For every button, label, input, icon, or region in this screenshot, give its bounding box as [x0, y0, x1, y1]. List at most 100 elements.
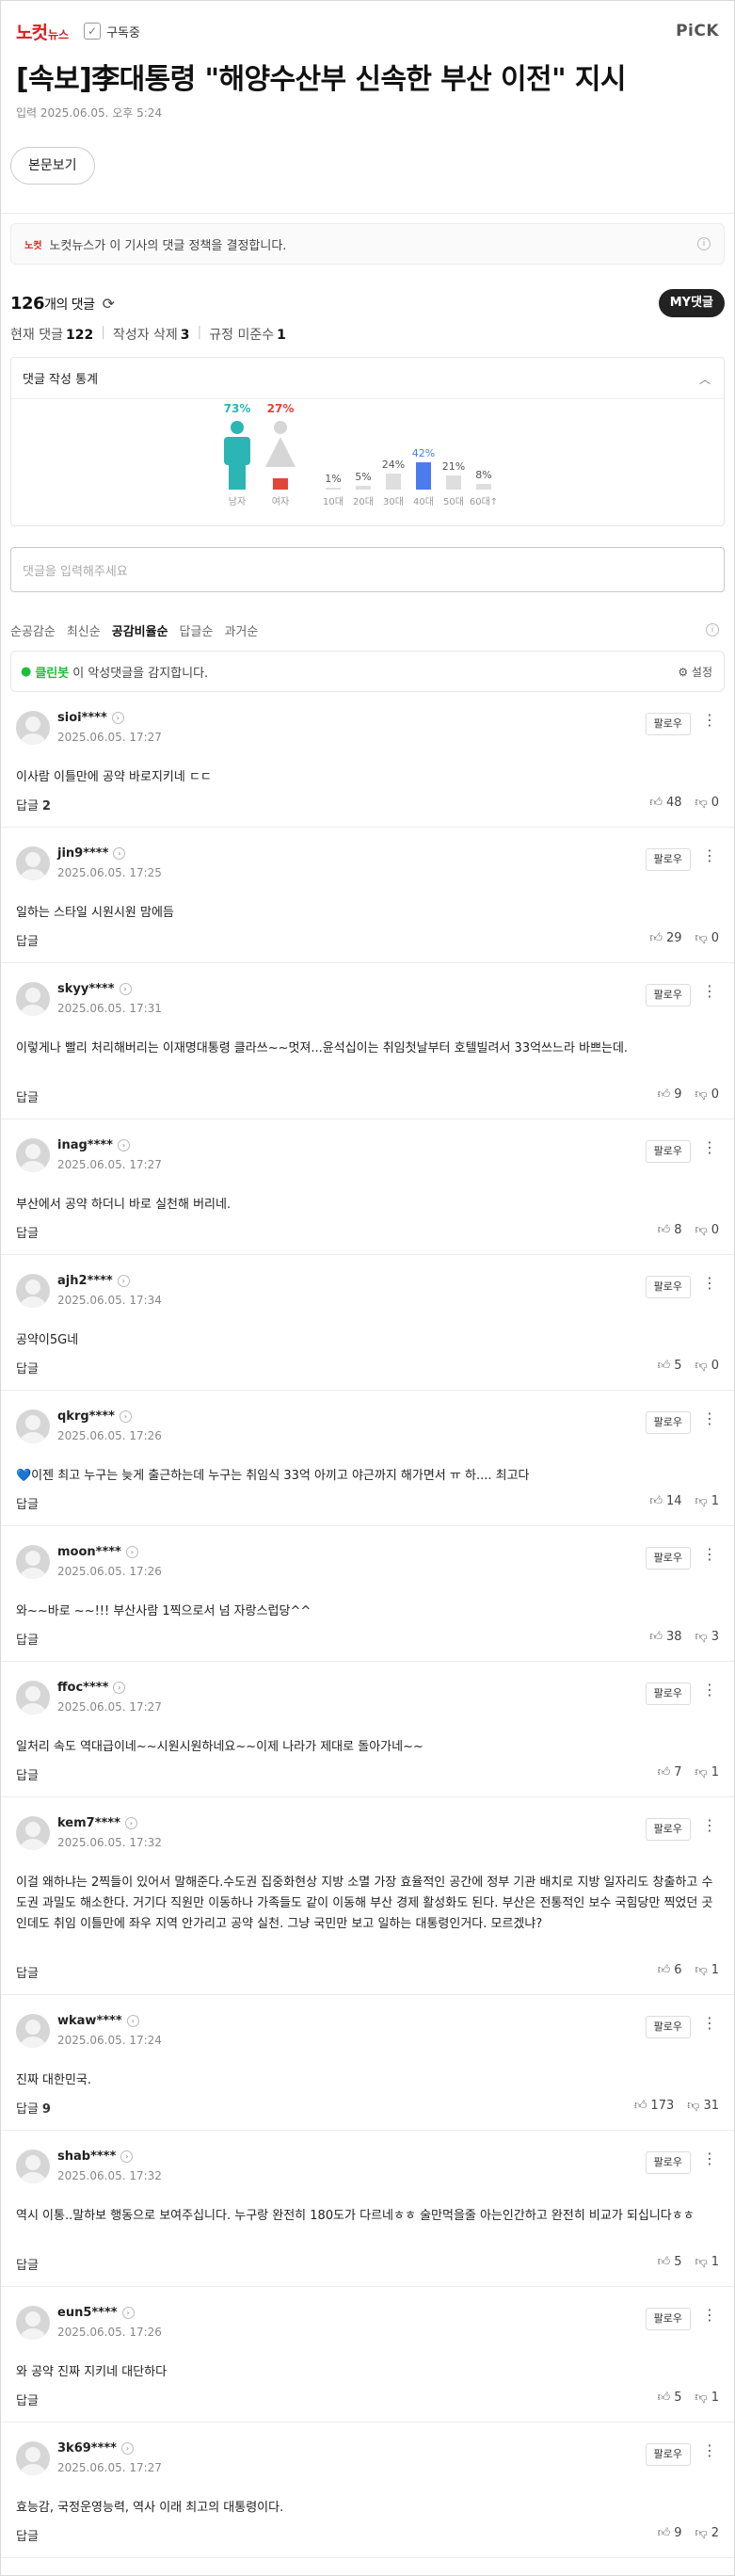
- stats-panel-header[interactable]: 댓글 작성 통계 ︿: [11, 358, 724, 399]
- avatar[interactable]: [16, 2149, 50, 2183]
- dislike-button[interactable]: 👎︎ 0: [695, 931, 719, 945]
- comment-username[interactable]: sioi**** ›: [57, 711, 124, 725]
- dislike-button[interactable]: 👎︎ 0: [695, 1223, 719, 1237]
- sort-tab[interactable]: 과거순: [224, 621, 258, 639]
- more-options-icon[interactable]: ⋮: [702, 848, 717, 863]
- user-badge-icon[interactable]: ›: [113, 847, 126, 860]
- reply-button[interactable]: 답글: [16, 2526, 42, 2544]
- comment-username[interactable]: ajh2**** ›: [57, 1274, 130, 1288]
- refresh-icon[interactable]: ⟳: [103, 295, 115, 313]
- press-logo[interactable]: 노컷 뉴스: [16, 19, 69, 44]
- more-options-icon[interactable]: ⋮: [702, 2151, 717, 2166]
- my-comments-button[interactable]: MY댓글: [658, 289, 725, 317]
- follow-button[interactable]: 팔로우: [645, 1818, 691, 1841]
- follow-button[interactable]: 팔로우: [645, 984, 691, 1006]
- more-options-icon[interactable]: ⋮: [702, 1140, 717, 1155]
- comment-username[interactable]: wkaw**** ›: [57, 2014, 139, 2028]
- avatar[interactable]: [16, 2306, 50, 2340]
- follow-button[interactable]: 팔로우: [645, 2016, 691, 2038]
- avatar[interactable]: [16, 2441, 50, 2475]
- avatar[interactable]: [16, 846, 50, 880]
- sort-tab[interactable]: 공감비율순: [112, 621, 168, 639]
- dislike-button[interactable]: 👎︎ 1: [695, 2255, 719, 2269]
- follow-button[interactable]: 팔로우: [645, 2308, 691, 2330]
- user-badge-icon[interactable]: ›: [119, 983, 132, 995]
- more-options-icon[interactable]: ⋮: [702, 2443, 717, 2458]
- reply-button[interactable]: 답글: [16, 1223, 42, 1241]
- like-button[interactable]: 👍︎ 14: [649, 1494, 681, 1508]
- dislike-button[interactable]: 👎︎ 2: [695, 2526, 719, 2540]
- avatar[interactable]: [16, 1138, 50, 1172]
- comment-username[interactable]: skyy**** ›: [57, 982, 132, 996]
- like-button[interactable]: 👍︎ 9: [658, 1087, 682, 1102]
- avatar[interactable]: [16, 1545, 50, 1579]
- cleanbot-setting-button[interactable]: ⚙ 설정: [678, 664, 712, 680]
- dislike-button[interactable]: 👎︎ 0: [695, 1087, 719, 1102]
- more-options-icon[interactable]: ⋮: [702, 1818, 717, 1833]
- more-options-icon[interactable]: ⋮: [702, 984, 717, 999]
- dislike-button[interactable]: 👎︎ 3: [695, 1630, 719, 1644]
- user-badge-icon[interactable]: ›: [113, 1682, 126, 1694]
- follow-button[interactable]: 팔로우: [645, 2151, 691, 2174]
- dislike-button[interactable]: 👎︎ 31: [687, 2099, 719, 2113]
- like-button[interactable]: 👍︎ 48: [649, 796, 681, 810]
- view-article-button[interactable]: 본문보기: [10, 147, 95, 185]
- reply-button[interactable]: 답글: [16, 1630, 42, 1648]
- more-options-icon[interactable]: ⋮: [702, 1411, 717, 1426]
- more-options-icon[interactable]: ⋮: [702, 1276, 717, 1291]
- reply-button[interactable]: 답글: [16, 1963, 42, 1981]
- reply-button[interactable]: 답글: [16, 1359, 42, 1377]
- comment-username[interactable]: kem7**** ›: [57, 1816, 137, 1830]
- comment-username[interactable]: moon**** ›: [57, 1545, 138, 1559]
- avatar[interactable]: [16, 982, 50, 1016]
- user-badge-icon[interactable]: ›: [120, 2150, 134, 2163]
- avatar[interactable]: [16, 1274, 50, 1308]
- follow-button[interactable]: 팔로우: [645, 848, 691, 871]
- avatar[interactable]: [16, 2014, 50, 2048]
- dislike-button[interactable]: 👎︎ 1: [695, 1765, 719, 1779]
- reply-button[interactable]: 답글 2: [16, 796, 51, 813]
- like-button[interactable]: 👍︎ 5: [658, 1359, 682, 1373]
- avatar[interactable]: [16, 1409, 50, 1443]
- user-badge-icon[interactable]: ›: [126, 2015, 139, 2027]
- info-icon[interactable]: i: [706, 623, 719, 636]
- like-button[interactable]: 👍︎ 8: [658, 1223, 682, 1237]
- reply-button[interactable]: 답글: [16, 2391, 42, 2408]
- like-button[interactable]: 👍︎ 6: [658, 1963, 682, 1977]
- user-badge-icon[interactable]: ›: [120, 2442, 134, 2455]
- comment-username[interactable]: jin9**** ›: [57, 846, 126, 861]
- user-badge-icon[interactable]: ›: [121, 2307, 135, 2319]
- follow-button[interactable]: 팔로우: [645, 1682, 691, 1705]
- follow-button[interactable]: 팔로우: [645, 2443, 691, 2466]
- like-button[interactable]: 👍︎ 9: [658, 2526, 682, 2540]
- like-button[interactable]: 👍︎ 173: [634, 2099, 674, 2113]
- follow-button[interactable]: 팔로우: [645, 1140, 691, 1163]
- comment-input[interactable]: 댓글을 입력해주세요: [10, 547, 725, 592]
- like-button[interactable]: 👍︎ 5: [658, 2255, 682, 2269]
- comment-username[interactable]: qkrg**** ›: [57, 1409, 132, 1424]
- like-button[interactable]: 👍︎ 38: [649, 1630, 681, 1644]
- more-options-icon[interactable]: ⋮: [702, 1682, 717, 1698]
- user-badge-icon[interactable]: ›: [117, 1275, 130, 1287]
- dislike-button[interactable]: 👎︎ 1: [695, 1963, 719, 1977]
- subscribe-button[interactable]: ✓ 구독중: [84, 23, 140, 40]
- dislike-button[interactable]: 👎︎ 1: [695, 2391, 719, 2405]
- reply-button[interactable]: 답글: [16, 931, 42, 949]
- reply-button[interactable]: 답글: [16, 1087, 42, 1105]
- avatar[interactable]: [16, 711, 50, 745]
- user-badge-icon[interactable]: ›: [119, 1410, 132, 1423]
- like-button[interactable]: 👍︎ 29: [649, 931, 681, 945]
- user-badge-icon[interactable]: ›: [125, 1546, 138, 1558]
- like-button[interactable]: 👍︎ 5: [658, 2391, 682, 2405]
- user-badge-icon[interactable]: ›: [117, 1139, 130, 1151]
- more-options-icon[interactable]: ⋮: [702, 1547, 717, 1562]
- comment-username[interactable]: shab**** ›: [57, 2149, 134, 2164]
- more-options-icon[interactable]: ⋮: [702, 2016, 717, 2031]
- reply-button[interactable]: 답글: [16, 1765, 42, 1783]
- user-badge-icon[interactable]: ›: [124, 1817, 137, 1829]
- follow-button[interactable]: 팔로우: [645, 1547, 691, 1570]
- user-badge-icon[interactable]: ›: [111, 712, 124, 724]
- reply-button[interactable]: 답글: [16, 2255, 42, 2273]
- comment-username[interactable]: eun5**** ›: [57, 2306, 135, 2320]
- comment-username[interactable]: 3k69**** ›: [57, 2441, 134, 2455]
